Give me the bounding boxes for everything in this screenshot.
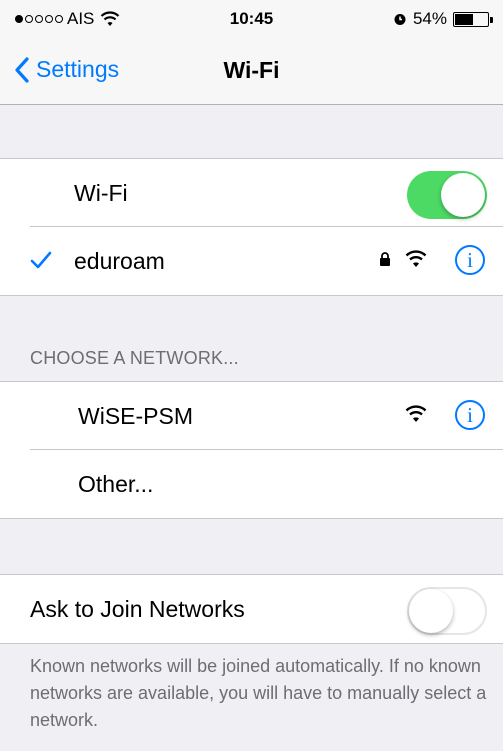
ask-join-toggle[interactable] <box>407 587 487 635</box>
other-network-label: Other... <box>78 471 154 497</box>
checkmark-icon <box>30 251 52 269</box>
toggle-knob <box>409 589 453 633</box>
page-title: Wi-Fi <box>223 57 280 83</box>
battery-fill <box>455 13 474 25</box>
wifi-toggle[interactable] <box>407 171 487 219</box>
alarm-icon <box>394 14 406 25</box>
other-network-row[interactable]: Other... <box>0 450 503 518</box>
wifi-signal-icon <box>405 250 427 267</box>
ask-join-row: Ask to Join Networks <box>0 575 503 643</box>
status-bar: AIS 10:45 54% <box>0 0 503 36</box>
section-header: CHOOSE A NETWORK... <box>30 348 239 368</box>
wifi-toggle-row: Wi-Fi <box>0 159 503 227</box>
ask-join-label: Ask to Join Networks <box>30 596 245 622</box>
navigation-bar: Settings Wi-Fi <box>0 36 503 105</box>
network-name: WiSE-PSM <box>78 403 193 429</box>
wifi-group: Wi-Fi eduroam i <box>0 158 503 296</box>
wifi-signal-icon <box>405 405 427 422</box>
available-networks-group: WiSE-PSM i Other... <box>0 381 503 519</box>
ask-join-footnote: Known networks will be joined automatica… <box>30 656 487 730</box>
status-right: 54% <box>393 9 493 29</box>
ask-join-group: Ask to Join Networks <box>0 574 503 644</box>
toggle-knob <box>441 173 485 217</box>
connected-network-name: eduroam <box>74 248 165 274</box>
network-row[interactable]: WiSE-PSM i <box>0 382 503 450</box>
info-icon[interactable]: i <box>455 245 485 275</box>
connected-network-row[interactable]: eduroam i <box>0 227 503 295</box>
battery-icon <box>453 11 493 27</box>
lock-icon <box>380 252 390 266</box>
info-icon[interactable]: i <box>455 400 485 430</box>
wifi-toggle-label: Wi-Fi <box>74 180 128 206</box>
battery-percent: 54% <box>412 9 447 28</box>
